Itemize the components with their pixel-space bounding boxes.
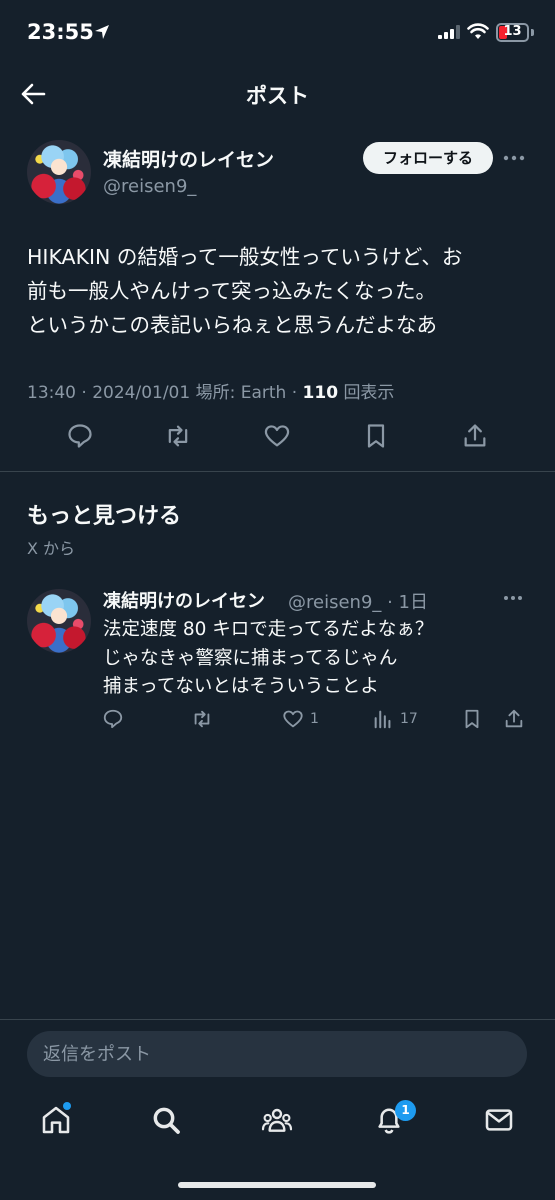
views-icon[interactable] bbox=[372, 708, 394, 730]
battery-nub bbox=[531, 29, 534, 36]
reply-input[interactable] bbox=[27, 1031, 527, 1077]
repost-icon[interactable] bbox=[191, 708, 213, 730]
rec-text-line: 捕まってないとはそういうことよ bbox=[103, 676, 379, 697]
communities-icon[interactable] bbox=[261, 1104, 293, 1136]
search-icon[interactable] bbox=[150, 1104, 182, 1136]
author-name[interactable]: 凍結明けのレイセン bbox=[103, 145, 274, 172]
repost-icon[interactable] bbox=[164, 422, 192, 450]
avatar[interactable] bbox=[27, 140, 91, 204]
notification-badge: 1 bbox=[395, 1100, 416, 1121]
divider bbox=[0, 1019, 555, 1020]
post-meta: 13:40 · 2024/01/01 場所: Earth · 110 回表示 bbox=[27, 378, 394, 403]
reply-icon[interactable] bbox=[66, 422, 94, 450]
status-time: 23:55 bbox=[27, 20, 94, 44]
views-label: 回表示 bbox=[343, 383, 395, 403]
post-text: HIKAKIN の結婚って一般女性っていうけど、お 前も一般人やんけって突っ込み… bbox=[27, 240, 532, 342]
battery-icon: 13 bbox=[496, 23, 529, 42]
post-text-line: 前も一般人やんけって突っ込みたくなった。 bbox=[27, 279, 436, 303]
divider bbox=[0, 471, 555, 472]
home-notification-dot bbox=[63, 1102, 71, 1110]
author-handle[interactable]: @reisen9_ bbox=[103, 176, 196, 197]
rec-post-text: 法定速度 80 キロで走ってるだよなぁ？ じゃなきゃ警察に捕まってるじゃん 捕ま… bbox=[103, 616, 523, 702]
rec-author-name[interactable]: 凍結明けのレイセン bbox=[103, 587, 265, 613]
like-icon[interactable] bbox=[263, 422, 291, 450]
page-title: ポスト bbox=[246, 84, 309, 108]
post-timestamp: 13:40 · 2024/01/01 場所: Earth · bbox=[27, 383, 303, 403]
bookmark-icon[interactable] bbox=[461, 708, 483, 730]
mail-icon[interactable] bbox=[483, 1104, 515, 1136]
reply-icon[interactable] bbox=[102, 708, 124, 730]
avatar[interactable] bbox=[27, 589, 91, 653]
rec-text-line: じゃなきゃ警察に捕まってるじゃん bbox=[103, 647, 398, 669]
rec-author-handle[interactable]: @reisen9_ · 1日 bbox=[288, 588, 428, 614]
more-icon[interactable] bbox=[503, 595, 523, 601]
section-title: もっと見つける bbox=[27, 504, 182, 529]
bookmark-icon[interactable] bbox=[362, 422, 390, 450]
like-icon[interactable] bbox=[282, 708, 304, 730]
like-count: 1 bbox=[310, 711, 319, 727]
follow-button[interactable]: フォローする bbox=[363, 142, 493, 174]
share-icon[interactable] bbox=[503, 708, 525, 730]
post-text-line: というかこの表記いらねぇと思うんだよなあ bbox=[27, 313, 437, 337]
share-icon[interactable] bbox=[461, 422, 489, 450]
battery-level: 13 bbox=[503, 24, 522, 39]
views-count[interactable]: 110 bbox=[303, 383, 339, 403]
view-count: 17 bbox=[400, 711, 418, 727]
cellular-signal-icon bbox=[438, 25, 460, 39]
rec-text-line: 法定速度 80 キロで走ってるだよなぁ？ bbox=[103, 619, 434, 640]
more-icon[interactable] bbox=[503, 155, 525, 161]
home-indicator bbox=[178, 1182, 376, 1188]
wifi-icon bbox=[467, 22, 489, 40]
section-subtitle: X から bbox=[27, 539, 76, 558]
location-arrow-icon bbox=[94, 24, 110, 40]
post-text-line: HIKAKIN の結婚って一般女性っていうけど、お bbox=[27, 245, 463, 269]
